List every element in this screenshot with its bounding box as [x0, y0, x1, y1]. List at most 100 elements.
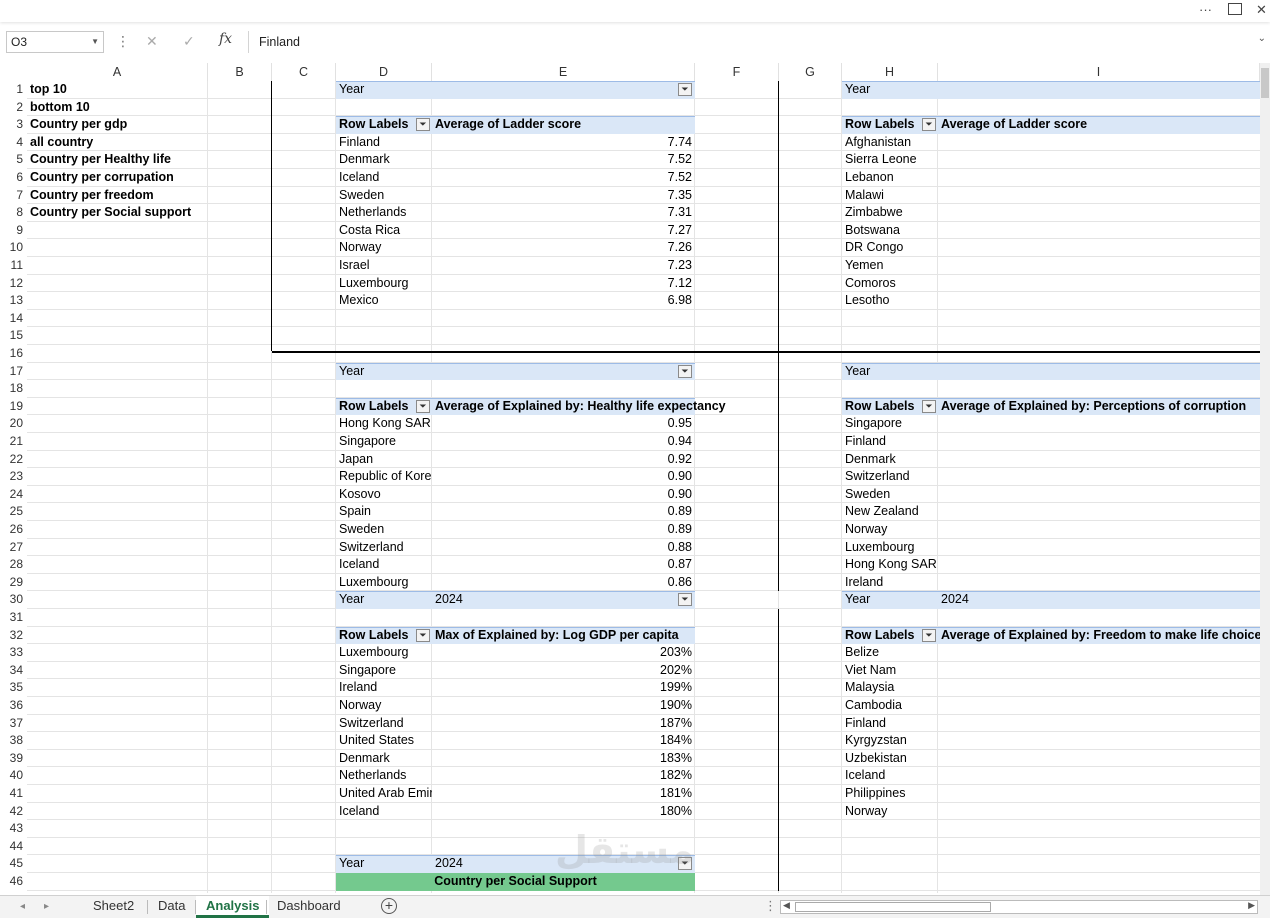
row-header[interactable]: 5 — [0, 151, 27, 169]
pivot-row-label[interactable]: Malaysia — [842, 679, 938, 697]
pivot-value[interactable]: 181% — [432, 785, 695, 803]
pivot-value[interactable]: 187% — [432, 715, 695, 733]
column-header[interactable]: D — [336, 63, 432, 81]
column-header[interactable]: G — [779, 63, 842, 81]
row-header[interactable]: 2 — [0, 99, 27, 117]
pivot-value[interactable]: 6.98 — [432, 292, 695, 310]
row-header[interactable]: 4 — [0, 134, 27, 152]
pivot-filter-label[interactable]: Year — [842, 363, 938, 381]
pivot-filter-value[interactable]: 2024 — [938, 591, 1260, 609]
pivot-row-label[interactable]: United States — [336, 732, 432, 750]
row-labels-filter-icon[interactable]: ⏷ — [922, 628, 936, 642]
row-header[interactable]: 12 — [0, 275, 27, 293]
row-header[interactable]: 26 — [0, 521, 27, 539]
nav-label[interactable]: Country per freedom — [27, 187, 208, 205]
row-header[interactable]: 32 — [0, 627, 27, 645]
pivot-row-label[interactable]: Lebanon — [842, 169, 938, 187]
sheet-tab[interactable]: Dashboard — [267, 896, 351, 918]
row-header[interactable]: 24 — [0, 486, 27, 504]
pivot-row-label[interactable]: DR Congo — [842, 239, 938, 257]
row-header[interactable]: 3 — [0, 116, 27, 134]
row-labels-filter-icon[interactable]: ⏷ — [922, 118, 936, 132]
pivot-filter-label[interactable]: Year — [336, 855, 432, 873]
row-header[interactable]: 44 — [0, 838, 27, 856]
pivot-filter-label[interactable]: Year — [842, 591, 938, 609]
nav-label[interactable]: Country per Social support — [27, 204, 208, 222]
pivot-row-label[interactable]: Cambodia — [842, 697, 938, 715]
name-box[interactable]: O3 ▼ — [6, 31, 104, 53]
pivot-row-label[interactable]: Singapore — [842, 415, 938, 433]
row-header[interactable]: 15 — [0, 327, 27, 345]
row-header[interactable]: 1 — [0, 81, 27, 99]
horizontal-scroll-thumb[interactable] — [795, 902, 991, 912]
pivot-value[interactable]: 0.90 — [432, 468, 695, 486]
pivot-value[interactable]: 7.35 — [432, 187, 695, 205]
row-header[interactable]: 14 — [0, 310, 27, 328]
pivot-row-label[interactable]: Iceland — [336, 803, 432, 821]
row-header[interactable]: 34 — [0, 662, 27, 680]
row-header[interactable]: 29 — [0, 574, 27, 592]
row-header[interactable]: 38 — [0, 732, 27, 750]
pivot-row-label[interactable]: Lesotho — [842, 292, 938, 310]
sheet-tab[interactable]: Analysis — [196, 896, 270, 918]
scroll-tabs-right-icon[interactable]: ▸ — [44, 899, 49, 915]
nav-label[interactable]: all country — [27, 134, 208, 152]
pivot-value-header[interactable]: Average of Ladder score — [938, 116, 1260, 134]
pivot-row-label[interactable]: Iceland — [842, 767, 938, 785]
pivot-row-label[interactable]: Denmark — [842, 451, 938, 469]
pivot-row-label[interactable]: Malawi — [842, 187, 938, 205]
pivot-row-label[interactable]: Botswana — [842, 222, 938, 240]
pivot-row-label[interactable]: Norway — [842, 521, 938, 539]
row-header[interactable]: 28 — [0, 556, 27, 574]
row-header[interactable]: 42 — [0, 803, 27, 821]
row-labels-filter-icon[interactable]: ⏷ — [416, 118, 430, 132]
pivot-value[interactable]: 0.94 — [432, 433, 695, 451]
pivot-value-header[interactable]: Average of Explained by: Freedom to make… — [938, 627, 1260, 645]
scroll-right-icon[interactable]: ▶ — [1248, 900, 1255, 911]
row-labels-filter-icon[interactable]: ⏷ — [416, 628, 430, 642]
pivot-filter-label[interactable]: Year — [336, 591, 432, 609]
pivot-row-label[interactable]: Hong Kong SAR — [336, 415, 432, 433]
pivot-row-label[interactable]: Luxembourg — [336, 574, 432, 592]
pivot-row-label[interactable]: Singapore — [336, 433, 432, 451]
pivot-filter-label[interactable]: Year — [842, 81, 938, 99]
pivot-row-label[interactable]: Sweden — [336, 187, 432, 205]
pivot-row-label[interactable]: Denmark — [336, 750, 432, 768]
pivot-row-label[interactable]: Uzbekistan — [842, 750, 938, 768]
nav-label[interactable]: Country per corrupation — [27, 169, 208, 187]
formula-input[interactable]: Finland — [248, 31, 1270, 53]
column-header[interactable]: B — [208, 63, 272, 81]
column-header[interactable]: E — [432, 63, 695, 81]
pivot-row-label[interactable]: Sweden — [842, 486, 938, 504]
pivot-value[interactable]: 180% — [432, 803, 695, 821]
row-header[interactable]: 45 — [0, 855, 27, 873]
expand-formula-icon[interactable]: ⌄ — [1258, 33, 1266, 44]
row-header[interactable]: 39 — [0, 750, 27, 768]
row-labels-filter-icon[interactable]: ⏷ — [416, 399, 430, 413]
pivot-value[interactable]: 0.87 — [432, 556, 695, 574]
pivot-value[interactable]: 0.88 — [432, 539, 695, 557]
pivot-row-label[interactable]: Sweden — [336, 521, 432, 539]
sheet-tab[interactable]: Data — [148, 896, 195, 918]
pivot-row-label[interactable]: Norway — [336, 239, 432, 257]
row-header[interactable]: 7 — [0, 187, 27, 205]
pivot-row-label[interactable]: New Zealand — [842, 503, 938, 521]
pivot-row-label[interactable]: Luxembourg — [842, 539, 938, 557]
pivot-row-label[interactable]: Switzerland — [336, 539, 432, 557]
row-header[interactable]: 9 — [0, 222, 27, 240]
row-header[interactable]: 43 — [0, 820, 27, 838]
pivot-value[interactable]: 0.92 — [432, 451, 695, 469]
pivot-value[interactable]: 190% — [432, 697, 695, 715]
row-header[interactable]: 33 — [0, 644, 27, 662]
pivot-row-label[interactable]: Norway — [336, 697, 432, 715]
chevron-down-icon[interactable]: ▼ — [91, 32, 99, 52]
sheet-tab[interactable]: Sheet2 — [83, 896, 144, 918]
row-header[interactable]: 10 — [0, 239, 27, 257]
pivot-row-label[interactable]: Singapore — [336, 662, 432, 680]
pivot-row-label[interactable]: Finland — [842, 433, 938, 451]
pivot-value[interactable]: 0.90 — [432, 486, 695, 504]
plus-icon[interactable]: + — [381, 898, 397, 914]
row-header[interactable]: 40 — [0, 767, 27, 785]
pivot-value[interactable]: 7.27 — [432, 222, 695, 240]
row-header[interactable]: 13 — [0, 292, 27, 310]
